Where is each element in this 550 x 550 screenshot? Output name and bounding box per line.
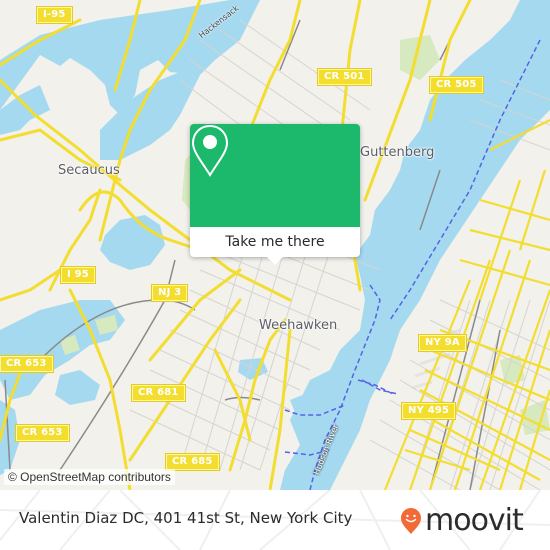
road-shield-cr-653: CR 653: [0, 356, 53, 372]
footer-bar: Valentin Diaz DC, 401 41st St, New York …: [0, 490, 550, 550]
place-label-weehawken: Weehawken: [259, 318, 338, 333]
water-lake: [100, 215, 165, 270]
road-shield-cr-681: CR 681: [132, 385, 185, 401]
road-shield-nj-3: NJ 3: [152, 285, 188, 301]
moovit-pin-icon: [401, 508, 421, 534]
water-marsh-2: [55, 370, 100, 405]
road-shield-cr-501: CR 501: [318, 69, 371, 85]
map-view[interactable]: Secaucus Guttenberg Weehawken Hackensack…: [0, 0, 550, 490]
location-title: Valentin Diaz DC, 401 41st St, New York …: [19, 509, 353, 527]
place-label-secaucus: Secaucus: [58, 163, 120, 178]
map-pin-icon: [191, 124, 229, 177]
map-attribution[interactable]: © OpenStreetMap contributors: [4, 469, 175, 485]
road-shield-cr-685: CR 685: [166, 454, 219, 470]
road-shield-cr-505: CR 505: [430, 77, 483, 93]
popup-pointer: [267, 257, 283, 265]
location-popup: Take me there: [190, 124, 360, 265]
place-label-guttenberg: Guttenberg: [360, 145, 435, 160]
moovit-logo[interactable]: moovit: [400, 503, 524, 538]
popup-header: [190, 124, 360, 227]
take-me-there-button[interactable]: Take me there: [190, 227, 360, 257]
road-shield-i-95: I-95: [37, 7, 72, 23]
road-shield-ny-9a: NY 9A: [419, 335, 466, 351]
moovit-logo-text: moovit: [425, 503, 524, 538]
road-shield-i95: I 95: [61, 267, 95, 283]
road-shield-cr-653: CR 653: [16, 425, 69, 441]
road-shield-ny-495: NY 495: [402, 403, 456, 419]
